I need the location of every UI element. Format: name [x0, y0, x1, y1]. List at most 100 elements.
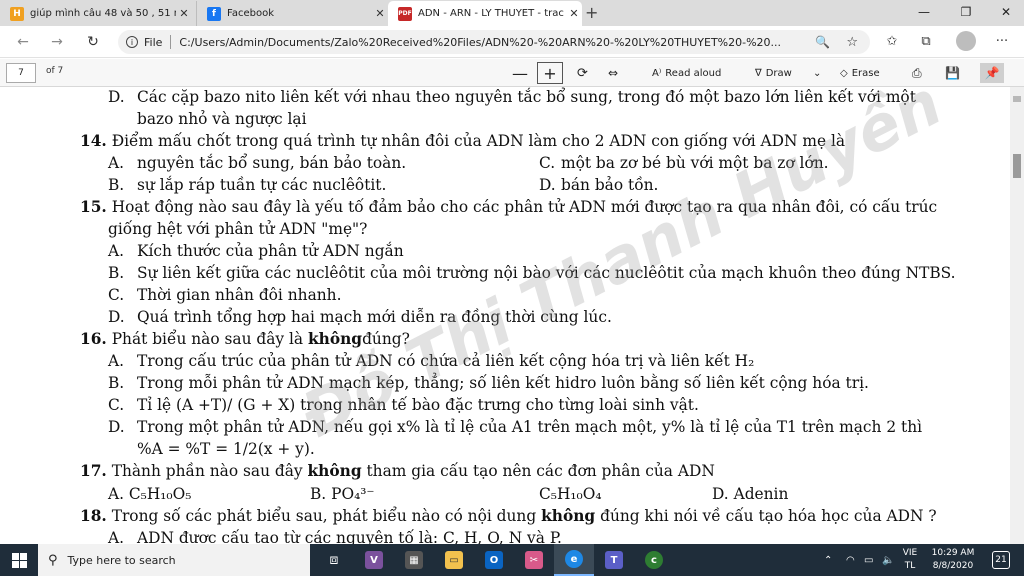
hoc247-icon: H: [10, 6, 24, 21]
network-icon[interactable]: ◠: [846, 544, 855, 576]
zoom-icon[interactable]: 🔍: [815, 35, 830, 49]
new-tab-button[interactable]: +: [585, 3, 598, 22]
profile-avatar[interactable]: [956, 31, 976, 51]
fit-page-icon[interactable]: ⇔: [608, 64, 618, 82]
option-letter: C.: [108, 396, 125, 414]
close-icon[interactable]: ✕: [372, 7, 388, 20]
option-letter: C.: [539, 154, 556, 172]
minimize-icon[interactable]: —: [904, 0, 944, 26]
question-number: 17.: [80, 462, 107, 480]
read-aloud-icon: A⁾: [652, 67, 662, 79]
draw-button[interactable]: ∇ Draw: [755, 64, 792, 82]
answer-line: B. sự lắp ráp tuần tự các nuclêôtit. D. …: [108, 175, 658, 195]
task-view-icon[interactable]: ⧈: [314, 544, 354, 576]
favorites-icon[interactable]: ✩: [880, 32, 904, 52]
eraser-icon: ◇: [840, 67, 848, 79]
option-letter: B.: [108, 374, 125, 392]
tab-facebook[interactable]: f Facebook ✕: [196, 1, 388, 26]
question-text-tail: đúng?: [362, 330, 410, 348]
file-explorer-icon[interactable]: ▭: [434, 544, 474, 576]
rotate-icon[interactable]: ⟳: [577, 64, 588, 82]
tab-strip: H giúp mình câu 48 và 50 , 51 nhé ✕ f Fa…: [0, 0, 1024, 26]
window-close-icon[interactable]: ✕: [986, 0, 1024, 26]
question-text: Hoạt động nào sau đây là yếu tố đảm bảo …: [111, 198, 938, 216]
teams-icon[interactable]: T: [594, 544, 634, 576]
calculator-icon[interactable]: ▦: [394, 544, 434, 576]
option-letter: D.: [108, 418, 125, 436]
option-text: Trong cấu trúc của phân tử ADN có chứa c…: [137, 352, 755, 370]
pdf-viewer[interactable]: D. Các cặp bazo nito liên kết với nhau t…: [0, 87, 1010, 544]
scrollbar-thumb[interactable]: [1013, 154, 1021, 178]
option-text: Quá trình tổng hợp hai mạch mới diễn ra …: [137, 308, 612, 326]
option-letter: C.: [108, 286, 125, 304]
close-icon[interactable]: ✕: [176, 7, 192, 20]
divider: [170, 35, 172, 49]
draw-label: Draw: [765, 67, 792, 79]
volume-icon[interactable]: 🔈: [882, 544, 894, 576]
zoom-in-button[interactable]: +: [537, 62, 563, 84]
clock[interactable]: 10:29 AM 8/8/2020: [918, 547, 988, 573]
back-icon[interactable]: ←: [12, 32, 34, 52]
page-number-input[interactable]: 7: [6, 63, 36, 83]
option-b: B. PO₄³⁻: [310, 485, 375, 503]
page-total: of 7: [46, 66, 64, 76]
keyword-khong: không: [308, 330, 363, 348]
restore-icon[interactable]: ❐: [946, 0, 986, 26]
read-aloud-button[interactable]: A⁾ Read aloud: [652, 64, 721, 82]
option-letter: D.: [108, 88, 125, 106]
close-icon[interactable]: ✕: [566, 7, 582, 20]
tab-pdf-active[interactable]: PDF ADN - ARN - LY THUYET - trac ng ✕: [388, 1, 582, 26]
taskbar-search[interactable]: ⚲ Type here to search: [38, 544, 310, 576]
scroll-up-arrow-icon[interactable]: [1013, 96, 1021, 102]
answer-line: A. ADN được cấu tạo từ các nguyên tố là:…: [108, 528, 562, 544]
more-menu-icon[interactable]: ···: [990, 32, 1014, 52]
answer-line: A. nguyên tắc bổ sung, bán bảo toàn. C. …: [108, 153, 829, 173]
coccoc-icon[interactable]: c: [634, 544, 674, 576]
question-text: Điểm mấu chốt trong quá trình tự nhân đô…: [111, 132, 846, 150]
question-number: 15.: [80, 198, 107, 216]
question-16: 16. Phát biểu nào sau đây là khôngđúng?: [80, 329, 410, 349]
question-number: 16.: [80, 330, 107, 348]
text-line: bazo nhỏ và ngược lại: [137, 110, 307, 128]
text-line: %A = %T = 1/2(x + y).: [137, 440, 315, 458]
zoom-out-button[interactable]: —: [512, 64, 528, 83]
text-line: giống hệt với phân tử ADN "mẹ"?: [108, 220, 368, 238]
print-icon[interactable]: ⎙: [912, 64, 922, 82]
address-bar[interactable]: i File C:/Users/Admin/Documents/Zalo%20R…: [118, 30, 870, 54]
question-text: Trong số các phát biểu sau, phát biểu nà…: [111, 507, 537, 525]
outlook-icon[interactable]: O: [474, 544, 514, 576]
favorite-star-icon[interactable]: ☆: [846, 35, 858, 50]
answer-line: A. Trong cấu trúc của phân tử ADN có chứ…: [108, 351, 754, 371]
answer-line: B. Sự liên kết giữa các nuclêôtit của mô…: [108, 263, 956, 283]
answer-line: C. Tỉ lệ (A +T)/ (G + X) trong nhân tế b…: [108, 395, 699, 415]
chevron-up-icon[interactable]: ⌃: [824, 544, 832, 576]
viber-icon[interactable]: V: [354, 544, 394, 576]
refresh-icon[interactable]: ↻: [82, 32, 104, 52]
tab-label: giúp mình câu 48 và 50 , 51 nhé: [30, 8, 176, 19]
pin-icon[interactable]: 📌: [980, 63, 1004, 83]
option-text: Sự liên kết giữa các nuclêôtit của môi t…: [137, 264, 956, 282]
option-text: nguyên tắc bổ sung, bán bảo toàn.: [137, 154, 407, 172]
option-text: Trong một phân tử ADN, nếu gọi x% là tỉ …: [137, 418, 923, 436]
url-text[interactable]: C:/Users/Admin/Documents/Zalo%20Received…: [179, 36, 799, 49]
erase-button[interactable]: ◇ Erase: [840, 64, 880, 82]
notification-center-icon[interactable]: 21: [992, 551, 1010, 569]
option-text: Kích thước của phân tử ADN ngắn: [137, 242, 404, 260]
clock-time: 10:29 AM: [931, 548, 975, 558]
edge-icon[interactable]: e: [554, 544, 594, 576]
battery-icon[interactable]: ▭: [864, 544, 873, 576]
answer-line: D. Các cặp bazo nito liên kết với nhau t…: [108, 87, 916, 107]
chevron-down-icon[interactable]: ⌄: [813, 64, 821, 82]
question-number: 14.: [80, 132, 107, 150]
option-letter: D.: [539, 176, 556, 194]
question-14: 14. Điểm mấu chốt trong quá trình tự nhâ…: [80, 131, 845, 151]
collections-icon[interactable]: ⧉: [914, 32, 938, 52]
tab-hoc247[interactable]: H giúp mình câu 48 và 50 , 51 nhé ✕: [0, 1, 192, 26]
save-icon[interactable]: 💾: [945, 64, 960, 82]
forward-icon[interactable]: →: [46, 32, 68, 52]
start-button[interactable]: [0, 544, 38, 576]
snipping-tool-icon[interactable]: ✂: [514, 544, 554, 576]
search-icon: ⚲: [48, 552, 58, 568]
search-placeholder: Type here to search: [67, 553, 176, 567]
info-icon[interactable]: i: [126, 36, 138, 48]
